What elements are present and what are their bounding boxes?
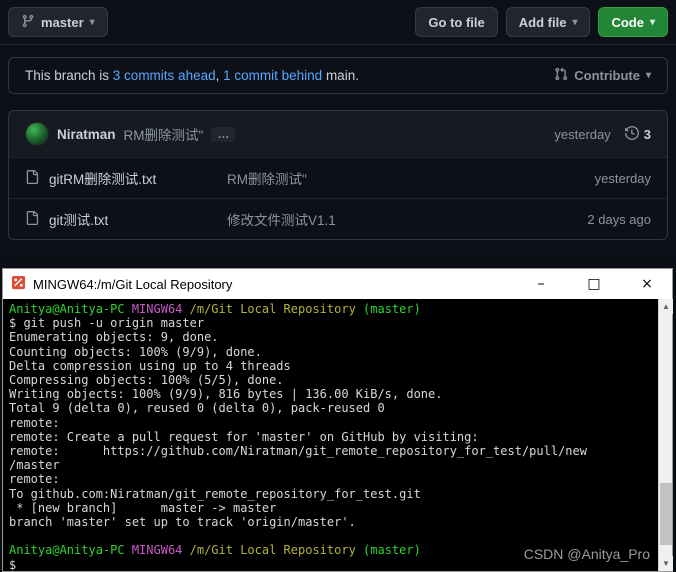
scroll-down-arrow[interactable]: ▼ <box>659 556 673 571</box>
commit-meta: yesterday 3 <box>554 125 651 143</box>
terminal-line: Counting objects: 100% (9/9), done. <box>9 344 262 359</box>
repo-toolbar: master ▾ Go to file Add file ▾ Code ▾ <box>0 0 676 44</box>
add-file-label: Add file <box>518 14 567 30</box>
file-name-link[interactable]: gitRM删除测试.txt <box>49 168 217 188</box>
branch-status-banner: This branch is 3 commits ahead, 1 commit… <box>8 57 668 94</box>
terminal-line: branch 'master' set up to track 'origin/… <box>9 515 356 530</box>
banner-text-prefix: This branch is <box>25 68 113 83</box>
file-icon <box>25 210 39 228</box>
minimize-button[interactable]: – <box>518 269 564 299</box>
terminal-line: $ git push -u origin master <box>9 316 205 331</box>
git-pull-request-icon <box>554 67 568 84</box>
terminal-title: MINGW64:/m/Git Local Repository <box>33 276 233 292</box>
commit-message-expand-button[interactable]: … <box>211 126 236 142</box>
chevron-down-icon: ▾ <box>649 16 655 28</box>
commit-history-link[interactable]: 3 <box>624 125 651 143</box>
terminal-scrollbar[interactable]: ▲ ▼ <box>658 299 673 571</box>
avatar[interactable] <box>25 122 49 146</box>
contribute-label: Contribute <box>574 68 640 83</box>
file-commit-time: 2 days ago <box>587 211 651 227</box>
terminal-output[interactable]: Anitya@Anitya-PC MINGW64 /m/Git Local Re… <box>3 299 672 571</box>
commit-author-link[interactable]: Niratman <box>57 127 116 142</box>
code-label: Code <box>611 14 644 30</box>
terminal-line: * [new branch] master -> master <box>9 500 277 515</box>
table-row: git测试.txt 修改文件测试V1.1 2 days ago <box>9 198 667 239</box>
file-icon <box>25 169 39 187</box>
github-repo-page: { "toolbar": { "branch_label": "master",… <box>0 0 676 572</box>
code-button[interactable]: Code ▾ <box>598 7 668 37</box>
terminal-line: Enumerating objects: 9, done. <box>9 330 219 345</box>
latest-commit-bar: Niratman RM删除测试" … yesterday 3 <box>9 111 667 157</box>
history-count: 3 <box>643 126 651 142</box>
maximize-button[interactable]: □ <box>571 269 617 299</box>
terminal-line: remote: <box>9 415 60 430</box>
terminal-line: Writing objects: 100% (9/9), 816 bytes |… <box>9 387 443 402</box>
contribute-button[interactable]: Contribute ▾ <box>554 67 651 84</box>
terminal-line: Total 9 (delta 0), reused 0 (delta 0), p… <box>9 401 385 416</box>
file-browser-box: Niratman RM删除测试" … yesterday 3 gitRM删除测试… <box>8 110 668 240</box>
close-button[interactable]: × <box>624 269 670 299</box>
terminal-window: MINGW64:/m/Git Local Repository – □ × An… <box>2 268 673 572</box>
file-commit-message-link[interactable]: RM删除测试" <box>227 168 585 188</box>
terminal-line: remote: Create a pull request for 'maste… <box>9 429 479 444</box>
terminal-titlebar[interactable]: MINGW64:/m/Git Local Repository – □ × <box>3 269 672 299</box>
banner-text-suffix: main. <box>322 68 359 83</box>
scroll-up-arrow[interactable]: ▲ <box>659 299 673 314</box>
branch-label: master <box>41 14 84 30</box>
banner-separator: , <box>215 68 224 83</box>
chevron-down-icon: ▾ <box>645 70 651 81</box>
goto-file-label: Go to file <box>428 14 485 30</box>
terminal-line: Anitya@Anitya-PC MINGW64 /m/Git Local Re… <box>9 302 421 316</box>
history-icon <box>624 125 639 143</box>
goto-file-button[interactable]: Go to file <box>415 7 498 37</box>
terminal-line: To github.com:Niratman/git_remote_reposi… <box>9 486 421 501</box>
toolbar-divider <box>0 44 676 45</box>
file-commit-time: yesterday <box>594 170 651 186</box>
commit-time: yesterday <box>554 126 611 142</box>
watermark-text: CSDN @Anitya_Pro <box>523 546 650 562</box>
toolbar-actions: Go to file Add file ▾ Code ▾ <box>415 7 668 37</box>
table-row: gitRM删除测试.txt RM删除测试" yesterday <box>9 157 667 198</box>
mintty-app-icon <box>11 275 26 293</box>
commits-ahead-link[interactable]: 3 commits ahead <box>113 68 216 83</box>
commits-behind-link[interactable]: 1 commit behind <box>223 68 322 83</box>
terminal-line: remote: https://github.com/Niratman/git_… <box>9 444 587 459</box>
terminal-line: /master <box>9 458 60 473</box>
file-name-link[interactable]: git测试.txt <box>49 209 217 229</box>
branch-status-text: This branch is 3 commits ahead, 1 commit… <box>25 68 359 83</box>
add-file-button[interactable]: Add file ▾ <box>505 7 591 37</box>
terminal-line: Compressing objects: 100% (5/5), done. <box>9 373 284 388</box>
commit-message-link[interactable]: RM删除测试" <box>124 124 204 144</box>
terminal-line: Delta compression using up to 4 threads <box>9 358 291 373</box>
scrollbar-thumb[interactable] <box>660 483 672 545</box>
file-commit-message-link[interactable]: 修改文件测试V1.1 <box>227 209 577 229</box>
chevron-down-icon: ▾ <box>89 16 95 28</box>
terminal-line: remote: <box>9 472 60 487</box>
git-branch-icon <box>21 14 35 31</box>
chevron-down-icon: ▾ <box>572 16 578 28</box>
branch-selector-button[interactable]: master ▾ <box>8 7 108 37</box>
